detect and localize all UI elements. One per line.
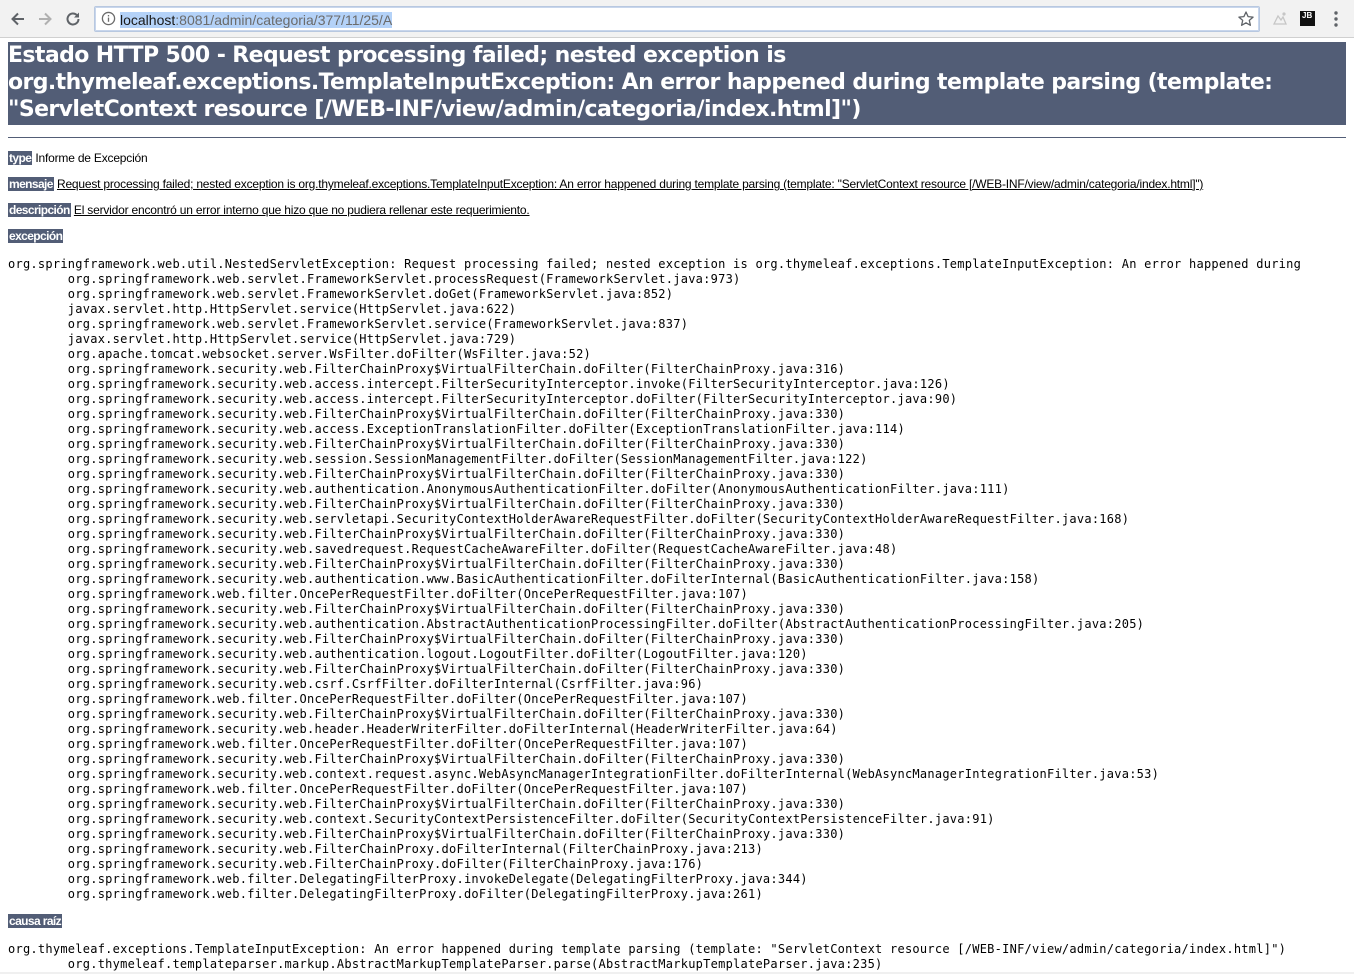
- back-arrow-icon[interactable]: [7, 8, 29, 30]
- message-label: mensaje: [8, 177, 54, 191]
- info-icon[interactable]: [101, 11, 116, 26]
- page-content: Estado HTTP 500 - Request processing fai…: [8, 38, 1354, 974]
- root-cause-row: causa raíz: [8, 914, 63, 929]
- root-cause-stacktrace: org.thymeleaf.exceptions.TemplateInputEx…: [8, 942, 1287, 971]
- extension-icon[interactable]: [1270, 9, 1290, 29]
- browser-toolbar: localhost:8081/admin/categoria/377/11/25…: [0, 0, 1354, 38]
- url-text[interactable]: localhost:8081/admin/categoria/377/11/25…: [120, 11, 393, 29]
- root-cause-label: causa raíz: [8, 914, 63, 928]
- message-row: mensaje Request processing failed; neste…: [8, 177, 1203, 192]
- description-label: descripción: [8, 203, 71, 217]
- reload-icon[interactable]: [62, 8, 84, 30]
- description-row: descripción El servidor encontró un erro…: [8, 203, 530, 218]
- url-path: :8081/admin/categoria/377/11/25/A: [175, 12, 393, 28]
- star-icon[interactable]: [1237, 10, 1255, 28]
- jetbrains-icon[interactable]: JB: [1300, 11, 1315, 26]
- divider: [8, 137, 1346, 138]
- jetbrains-label: JB: [1302, 11, 1313, 20]
- exception-row: excepción: [8, 229, 64, 244]
- type-row: type Informe de Excepción: [8, 151, 148, 166]
- address-bar[interactable]: localhost:8081/admin/categoria/377/11/25…: [94, 6, 1260, 32]
- type-value: Informe de Excepción: [35, 151, 148, 165]
- url-host: localhost: [120, 12, 176, 28]
- exception-stacktrace: org.springframework.web.util.NestedServl…: [8, 257, 1302, 901]
- exception-label: excepción: [8, 229, 64, 243]
- error-title: Estado HTTP 500 - Request processing fai…: [8, 42, 1346, 125]
- description-value: El servidor encontró un error interno qu…: [73, 203, 530, 217]
- type-label: type: [8, 151, 33, 165]
- forward-arrow-icon[interactable]: [34, 8, 56, 30]
- menu-dots-icon[interactable]: [1328, 10, 1344, 28]
- message-value: Request processing failed; nested except…: [56, 177, 1204, 191]
